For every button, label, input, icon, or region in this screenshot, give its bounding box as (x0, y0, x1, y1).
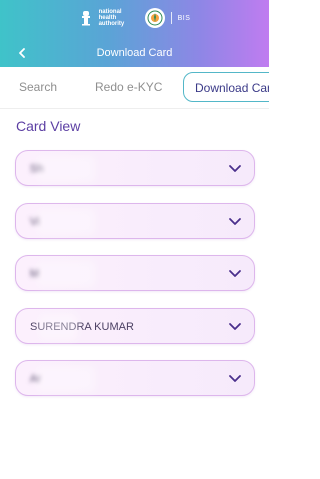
card-view-title: Card View (16, 118, 81, 134)
privacy-blur (36, 207, 96, 236)
member-card-item[interactable]: Vi (15, 202, 255, 239)
privacy-blur (36, 260, 96, 288)
member-card-item[interactable]: M (15, 255, 255, 291)
back-arrow-icon[interactable] (14, 45, 30, 61)
privacy-blur (36, 155, 96, 183)
privacy-blur (38, 312, 78, 341)
title-bar: Download Card (0, 40, 269, 66)
member-card-item[interactable]: Sh (15, 150, 255, 186)
ayushman-seal-icon (144, 8, 165, 28)
national-emblem-icon (79, 9, 93, 27)
bis-label: BIS (177, 14, 191, 22)
tab-search[interactable]: Search (8, 72, 68, 102)
tab-bar: Search Redo e-KYC Download Card (0, 67, 269, 109)
chevron-down-icon[interactable] (228, 161, 242, 175)
chevron-down-icon[interactable] (228, 371, 242, 385)
tab-download-card[interactable]: Download Card (183, 72, 269, 102)
tab-redo-ekyc[interactable]: Redo e-KYC (84, 72, 173, 102)
nha-logo-text: national health authority (99, 9, 139, 27)
chevron-down-icon[interactable] (228, 319, 242, 333)
logo-row: national health authority BIS (0, 6, 269, 30)
chevron-down-icon[interactable] (228, 214, 242, 228)
member-card-item[interactable]: SURENDRA KUMAR (15, 307, 255, 344)
privacy-blur (36, 365, 96, 393)
nha-logo-line: authority (98, 21, 125, 27)
page-title: Download Card (96, 47, 173, 59)
member-card-item[interactable]: Ar (15, 360, 255, 396)
chevron-down-icon[interactable] (228, 266, 242, 280)
header-divider (170, 12, 172, 24)
app-header: national health authority BIS Download C… (0, 0, 269, 67)
member-card-list: Sh Vi M SURENDRA KUMAR Ar (15, 150, 255, 413)
